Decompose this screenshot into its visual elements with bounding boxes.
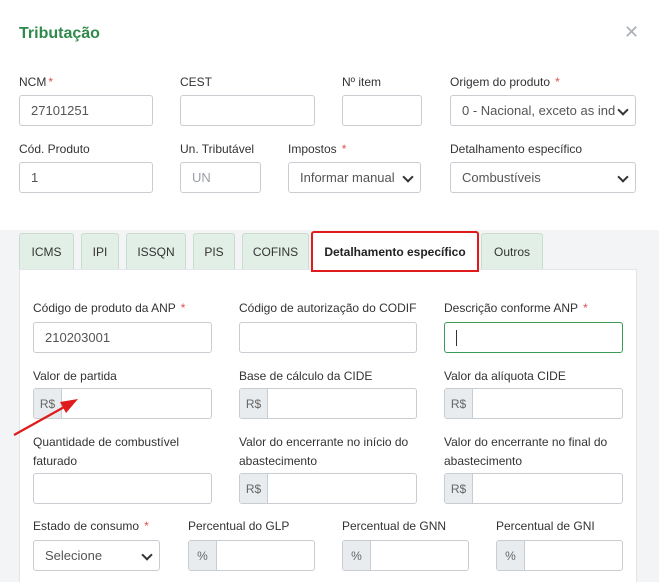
nitem-input[interactable]: [342, 95, 422, 126]
desc-anp-label: Descrição conforme ANP *: [444, 301, 588, 315]
currency-addon: R$: [240, 389, 268, 418]
close-icon[interactable]: ✕: [624, 22, 639, 43]
cest-label: CEST: [180, 75, 213, 89]
currency-addon: R$: [445, 474, 473, 503]
currency-addon: R$: [240, 474, 268, 503]
un-tributavel-input[interactable]: UN: [180, 162, 261, 193]
perc-glp-label: Percentual do GLP: [188, 519, 290, 533]
cod-produto-label: Cód. Produto: [19, 142, 90, 156]
tab-pis[interactable]: PIS: [193, 233, 235, 269]
aliquota-cide-label: Valor da alíquota CIDE: [444, 369, 566, 383]
percent-addon: %: [189, 541, 217, 570]
tab-issqn[interactable]: ISSQN: [126, 233, 186, 269]
detalhamento-label: Detalhamento específico: [450, 142, 583, 156]
dialog-header: Tributação ✕: [0, 0, 659, 64]
cod-anp-label: Código de produto da ANP *: [33, 301, 186, 315]
un-tributavel-label: Un. Tributável: [180, 142, 255, 156]
perc-gni-input[interactable]: %: [496, 540, 623, 571]
cod-anp-input[interactable]: 210203001: [33, 322, 212, 353]
valor-partida-label: Valor de partida: [33, 369, 117, 383]
estado-consumo-label: Estado de consumo *: [33, 519, 149, 533]
ncm-label: NCM *: [19, 75, 53, 89]
estado-consumo-select[interactable]: Selecione: [33, 540, 160, 571]
tab-ipi[interactable]: IPI: [81, 233, 119, 269]
codif-label: Código de autorização do CODIF: [239, 301, 417, 315]
base-cide-label: Base de cálculo da CIDE: [239, 369, 373, 383]
aliquota-cide-input[interactable]: R$: [444, 388, 623, 419]
ncm-input[interactable]: 27101251: [19, 95, 153, 126]
currency-addon: R$: [34, 389, 62, 418]
perc-gni-label: Percentual de GNI: [496, 519, 595, 533]
tab-detalhamento-especifico[interactable]: Detalhamento específico: [311, 231, 479, 272]
codif-input[interactable]: [239, 322, 417, 353]
perc-gnn-label: Percentual de GNN: [342, 519, 447, 533]
impostos-label: Impostos *: [288, 142, 347, 156]
base-cide-input[interactable]: R$: [239, 388, 417, 419]
origem-select[interactable]: 0 - Nacional, exceto as ind: [450, 95, 636, 126]
percent-addon: %: [343, 541, 371, 570]
tab-icms[interactable]: ICMS: [19, 233, 74, 269]
dialog-title: Tributação: [19, 25, 100, 42]
valor-partida-input[interactable]: R$: [33, 388, 212, 419]
cod-produto-input[interactable]: 1: [19, 162, 153, 193]
qtd-combustivel-input[interactable]: [33, 473, 212, 504]
currency-addon: R$: [445, 389, 473, 418]
encerrante-final-input[interactable]: R$: [444, 473, 623, 504]
qtd-combustivel-label: Quantidade de combustível faturado: [33, 435, 180, 468]
percent-addon: %: [497, 541, 525, 570]
tab-cofins[interactable]: COFINS: [242, 233, 309, 269]
origem-label: Origem do produto *: [450, 75, 560, 89]
desc-anp-input[interactable]: [444, 322, 623, 353]
cest-input[interactable]: [180, 95, 315, 126]
perc-gnn-input[interactable]: %: [342, 540, 469, 571]
perc-glp-input[interactable]: %: [188, 540, 315, 571]
nitem-label: Nº item: [342, 75, 382, 89]
tab-outros[interactable]: Outros: [481, 233, 543, 269]
impostos-select[interactable]: Informar manual: [288, 162, 421, 193]
detalhamento-select[interactable]: Combustíveis: [450, 162, 636, 193]
encerrante-inicio-input[interactable]: R$: [239, 473, 417, 504]
encerrante-inicio-label: Valor do encerrante no início do abastec…: [239, 435, 409, 468]
text-caret: [456, 329, 457, 346]
encerrante-final-label: Valor do encerrante no final do abasteci…: [444, 435, 608, 468]
